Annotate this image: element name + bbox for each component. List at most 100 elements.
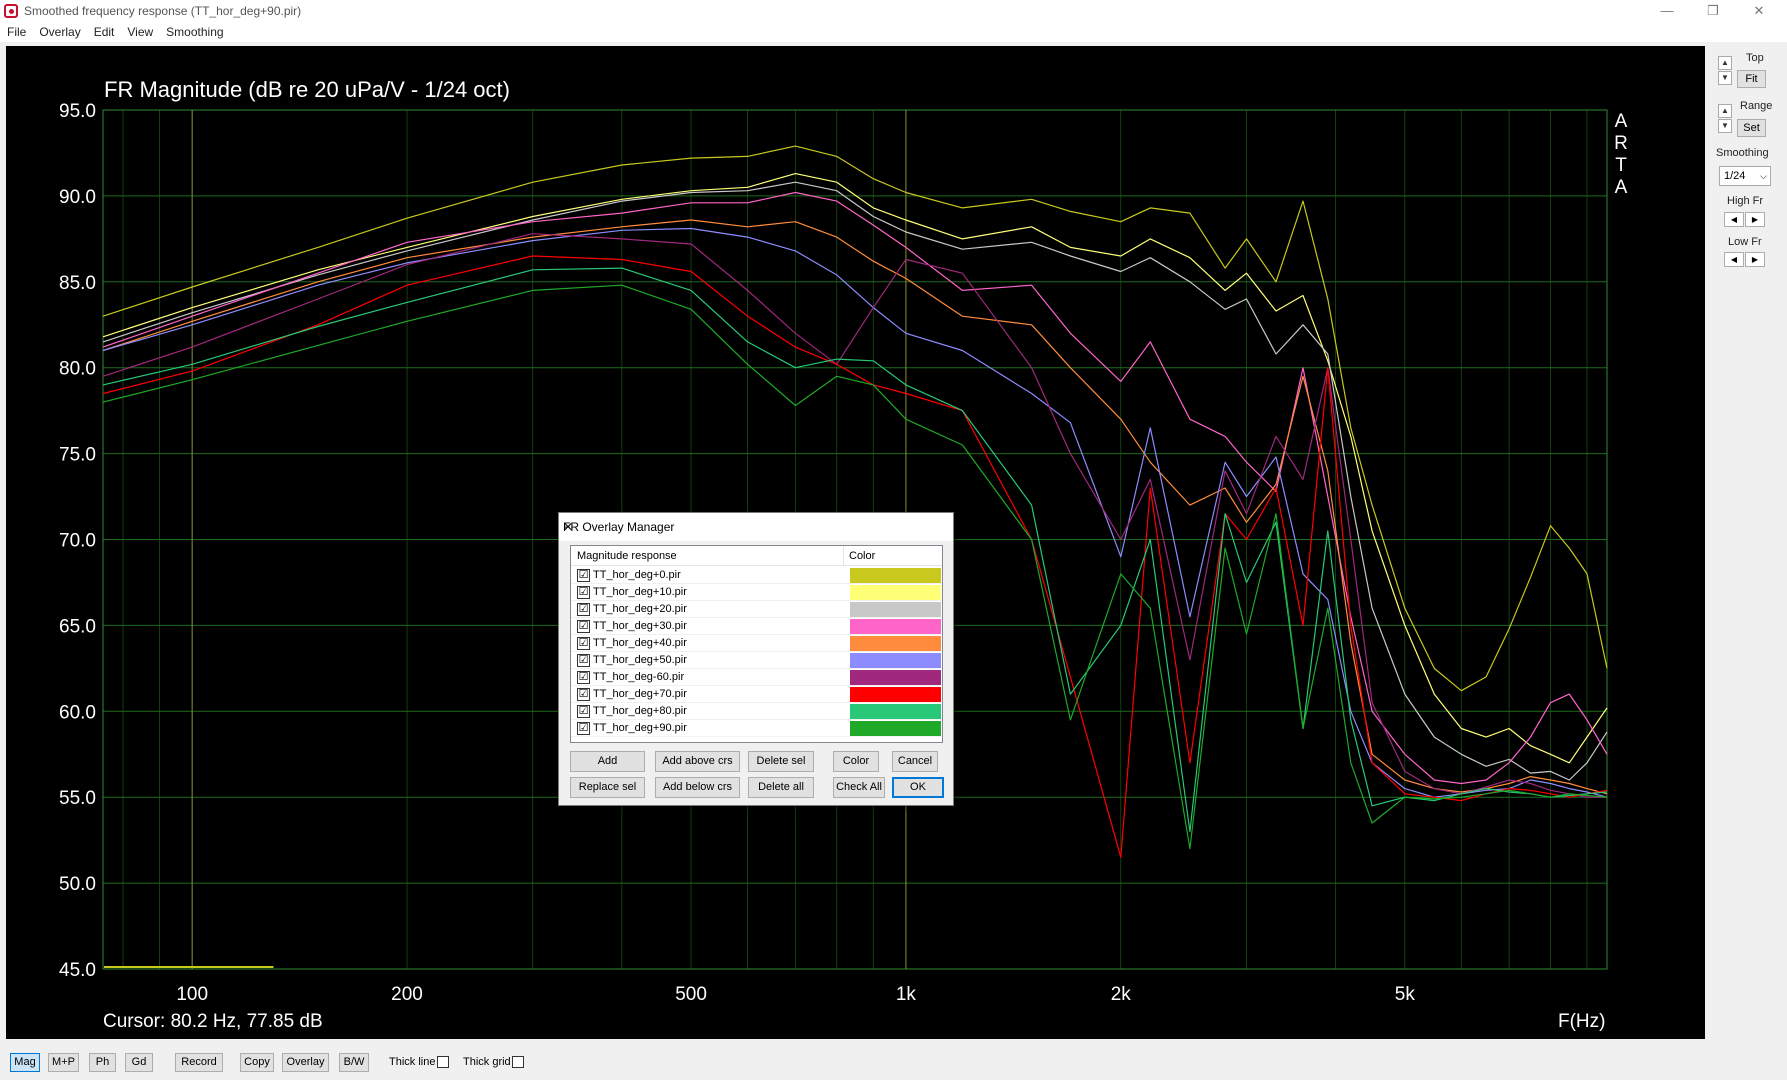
x-tick-label: 200: [391, 984, 423, 1005]
delete-selected-button[interactable]: Delete sel: [748, 751, 814, 772]
y-tick-label: 60.0: [59, 702, 96, 723]
row-filename: TT_hor_deg+80.pir: [593, 705, 687, 717]
smoothing-select[interactable]: 1/24 ⌵: [1719, 166, 1771, 186]
y-tick-label: 55.0: [59, 788, 96, 809]
ph-button[interactable]: Ph: [89, 1053, 116, 1072]
row-checkbox[interactable]: ☑: [577, 705, 590, 718]
color-swatch[interactable]: [850, 653, 941, 668]
row-filename: TT_hor_deg+50.pir: [593, 654, 687, 666]
thick-grid-checkbox[interactable]: [512, 1056, 524, 1068]
color-swatch[interactable]: [850, 670, 941, 685]
range-down-arrow[interactable]: ▼: [1718, 119, 1732, 133]
row-filename: TT_hor_deg+70.pir: [593, 688, 687, 700]
add-button[interactable]: Add: [570, 751, 645, 772]
row-checkbox[interactable]: ☑: [577, 586, 590, 599]
thick-grid-label: Thick grid: [463, 1056, 511, 1068]
low-fr-left-arrow[interactable]: ◀: [1724, 252, 1744, 267]
smoothing-value: 1/24: [1724, 170, 1746, 182]
top-label: Top: [1746, 52, 1764, 64]
x-tick-label: 1k: [896, 984, 917, 1005]
range-label: Range: [1740, 100, 1773, 112]
color-swatch[interactable]: [850, 568, 941, 583]
record-button[interactable]: Record: [175, 1053, 223, 1072]
color-button[interactable]: Color: [833, 751, 879, 772]
low-fr-right-arrow[interactable]: ▶: [1745, 252, 1765, 267]
row-checkbox[interactable]: ☑: [577, 620, 590, 633]
top-down-arrow[interactable]: ▼: [1718, 71, 1732, 85]
row-checkbox[interactable]: ☑: [577, 637, 590, 650]
low-fr-label: Low Fr: [1728, 236, 1762, 248]
x-tick-label: 5k: [1395, 984, 1416, 1005]
list-item[interactable]: ☑ TT_hor_deg-60.pir: [571, 669, 942, 686]
check-all-button[interactable]: Check All: [833, 777, 885, 798]
row-checkbox[interactable]: ☑: [577, 722, 590, 735]
high-fr-left-arrow[interactable]: ◀: [1724, 212, 1744, 227]
y-tick-label: 85.0: [59, 273, 96, 294]
row-checkbox[interactable]: ☑: [577, 688, 590, 701]
bottom-toolbar: Mag M+P Ph Gd Record Copy Overlay B/W Th…: [0, 1039, 1787, 1080]
row-checkbox[interactable]: ☑: [577, 671, 590, 684]
add-below-cursor-button[interactable]: Add below crs: [655, 777, 740, 798]
right-control-panel: ▲ ▼ Top Fit ▲ ▼ Range Set Smoothing 1/24…: [1705, 46, 1787, 1039]
high-fr-label: High Fr: [1727, 195, 1764, 207]
x-tick-label: 2k: [1111, 984, 1132, 1005]
column-header-color[interactable]: Color: [849, 550, 875, 562]
close-window-button[interactable]: ✕: [1736, 0, 1782, 22]
close-icon[interactable]: ✕: [563, 520, 947, 534]
delete-all-button[interactable]: Delete all: [748, 777, 814, 798]
fit-button[interactable]: Fit: [1737, 70, 1766, 88]
color-swatch[interactable]: [850, 721, 941, 736]
row-filename: TT_hor_deg+30.pir: [593, 620, 687, 632]
mag-button[interactable]: Mag: [10, 1053, 40, 1072]
thick-line-checkbox[interactable]: [437, 1056, 449, 1068]
y-tick-label: 90.0: [59, 187, 96, 208]
overlay-button[interactable]: Overlay: [282, 1053, 329, 1072]
range-up-arrow[interactable]: ▲: [1718, 104, 1732, 118]
color-swatch[interactable]: [850, 704, 941, 719]
column-header-response[interactable]: Magnitude response: [577, 550, 677, 562]
color-swatch[interactable]: [850, 619, 941, 634]
row-checkbox[interactable]: ☑: [577, 603, 590, 616]
column-divider: [843, 546, 844, 566]
color-swatch[interactable]: [850, 602, 941, 617]
x-axis-label: F(Hz): [1558, 1011, 1606, 1032]
dialog-title-bar: FR Overlay Manager ✕: [559, 513, 953, 541]
set-button[interactable]: Set: [1737, 119, 1766, 137]
list-item[interactable]: ☑ TT_hor_deg+70.pir: [571, 686, 942, 703]
replace-selected-button[interactable]: Replace sel: [570, 777, 645, 798]
y-tick-label: 70.0: [59, 531, 96, 552]
list-item[interactable]: ☑ TT_hor_deg+40.pir: [571, 635, 942, 652]
row-filename: TT_hor_deg-60.pir: [593, 671, 685, 683]
list-header: Magnitude response Color: [571, 546, 942, 566]
overlay-list[interactable]: Magnitude response Color ☑ TT_hor_deg+0.p…: [570, 545, 943, 743]
gd-button[interactable]: Gd: [125, 1053, 153, 1072]
list-item[interactable]: ☑ TT_hor_deg+20.pir: [571, 601, 942, 618]
smoothing-label: Smoothing: [1716, 147, 1769, 159]
x-tick-label: 100: [176, 984, 208, 1005]
row-checkbox[interactable]: ☑: [577, 654, 590, 667]
mp-button[interactable]: M+P: [48, 1053, 79, 1072]
list-item[interactable]: ☑ TT_hor_deg+30.pir: [571, 618, 942, 635]
bw-button[interactable]: B/W: [339, 1053, 369, 1072]
color-swatch[interactable]: [850, 585, 941, 600]
color-swatch[interactable]: [850, 636, 941, 651]
list-item[interactable]: ☑ TT_hor_deg+10.pir: [571, 584, 942, 601]
row-filename: TT_hor_deg+90.pir: [593, 722, 687, 734]
color-swatch[interactable]: [850, 687, 941, 702]
cursor-readout: Cursor: 80.2 Hz, 77.85 dB: [103, 1011, 323, 1032]
y-tick-label: 45.0: [59, 960, 96, 981]
list-item[interactable]: ☑ TT_hor_deg+50.pir: [571, 652, 942, 669]
top-up-arrow[interactable]: ▲: [1718, 56, 1732, 70]
add-above-cursor-button[interactable]: Add above crs: [655, 751, 740, 772]
cancel-button[interactable]: Cancel: [892, 751, 938, 772]
copy-button[interactable]: Copy: [240, 1053, 274, 1072]
fr-overlay-manager-dialog: FR Overlay Manager ✕ Magnitude response …: [558, 512, 954, 806]
row-filename: TT_hor_deg+10.pir: [593, 586, 687, 598]
chevron-down-icon: ⌵: [1760, 171, 1767, 181]
list-item[interactable]: ☑ TT_hor_deg+90.pir: [571, 720, 942, 737]
ok-button[interactable]: OK: [892, 777, 944, 798]
high-fr-right-arrow[interactable]: ▶: [1745, 212, 1765, 227]
list-item[interactable]: ☑ TT_hor_deg+80.pir: [571, 703, 942, 720]
row-checkbox[interactable]: ☑: [577, 569, 590, 582]
list-item[interactable]: ☑ TT_hor_deg+0.pir: [571, 567, 942, 584]
